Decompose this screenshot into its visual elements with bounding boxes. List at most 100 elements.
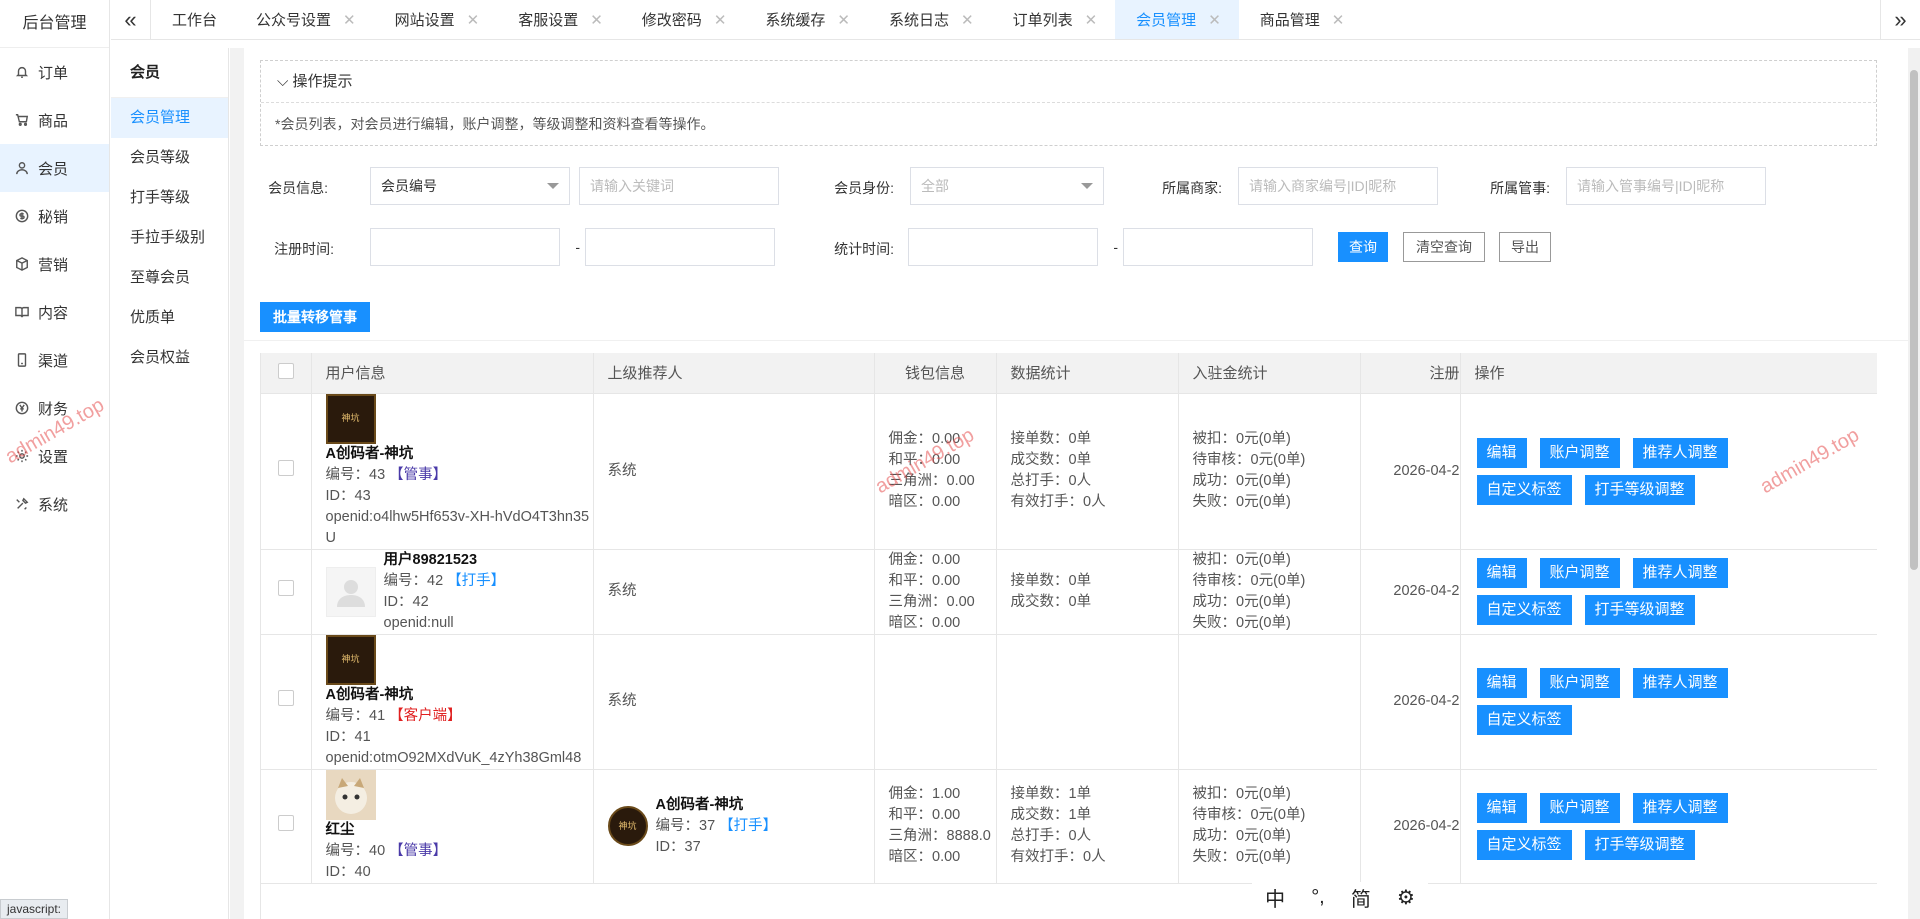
row-checkbox[interactable]: [278, 580, 294, 596]
close-icon[interactable]: ✕: [1208, 11, 1221, 29]
close-icon[interactable]: ✕: [961, 11, 974, 29]
stat-time-end[interactable]: [1123, 228, 1313, 266]
merchant-input[interactable]: 请输入商家编号|ID|昵称: [1238, 167, 1438, 205]
tab-item[interactable]: 系统缓存 ✕: [744, 0, 868, 39]
settle-cell: 被扣：0元(0单) 待审核：0元(0单) 成功：0元(0单) 失败：0元(0单): [1178, 393, 1361, 550]
manager-input[interactable]: 请输入管事编号|ID|昵称: [1566, 167, 1766, 205]
row-action-button[interactable]: 打手等级调整: [1584, 595, 1695, 625]
clear-query-button[interactable]: 清空查询: [1403, 232, 1485, 262]
ime-mode[interactable]: 中: [1265, 883, 1285, 912]
select-all-cell: [261, 353, 312, 394]
nav-item-0[interactable]: 订单: [0, 48, 109, 96]
settle-line: 待审核：0元(0单): [1192, 452, 1306, 468]
reg-time-label: 注册时间:: [274, 241, 334, 257]
close-icon[interactable]: ✕: [467, 11, 480, 29]
tab-item[interactable]: 系统日志 ✕: [868, 0, 992, 39]
row-action-button[interactable]: 推荐人调整: [1632, 668, 1728, 698]
row-action-button[interactable]: 自定义标签: [1476, 705, 1572, 735]
nav-item-3[interactable]: 秘销: [0, 192, 109, 240]
row-action-button[interactable]: 自定义标签: [1476, 829, 1572, 860]
tab-item[interactable]: 订单列表 ✕: [992, 0, 1116, 39]
row-action-button[interactable]: 编辑: [1476, 792, 1527, 823]
row-checkbox[interactable]: [278, 690, 294, 706]
nav-item-label: 系统: [38, 496, 69, 514]
tab-item[interactable]: 网站设置 ✕: [374, 0, 498, 39]
reg-time-start[interactable]: [370, 228, 560, 266]
stat-time-start[interactable]: [908, 228, 1098, 266]
row-action-button[interactable]: 打手等级调整: [1584, 829, 1695, 860]
user-openid: openid:o4lhw5Hf653v-XH-hVdO4T3hn35U: [325, 508, 590, 546]
row-action-button[interactable]: 编辑: [1476, 668, 1527, 698]
sub-nav-item[interactable]: 至尊会员: [111, 258, 228, 298]
nav-item-7[interactable]: 财务: [0, 384, 109, 432]
close-icon[interactable]: ✕: [590, 11, 603, 29]
nav-item-8[interactable]: 设置: [0, 432, 109, 480]
sub-nav-item[interactable]: 会员等级: [111, 138, 228, 178]
tab-item[interactable]: 客服设置 ✕: [497, 0, 621, 39]
ime-punct[interactable]: °,: [1311, 886, 1325, 909]
row-action-button[interactable]: 编辑: [1476, 437, 1527, 468]
keyword-input[interactable]: 请输入关键词: [579, 167, 779, 205]
stats-cell: 接单数：0单 成交数：0单: [996, 549, 1179, 635]
page-scrollbar[interactable]: [1908, 48, 1920, 919]
ime-charset[interactable]: 简: [1351, 883, 1371, 912]
user-info-cell: 红尘 编号：40 【管事】 ID：40: [311, 769, 594, 884]
nav-item-5[interactable]: 内容: [0, 288, 109, 336]
row-action-button[interactable]: 自定义标签: [1476, 474, 1572, 505]
row-action-button[interactable]: 账户调整: [1539, 668, 1620, 698]
dollar-icon: [14, 208, 30, 224]
export-button[interactable]: 导出: [1499, 232, 1551, 262]
nav-item-9[interactable]: 系统: [0, 480, 109, 528]
row-action-button[interactable]: 推荐人调整: [1632, 437, 1728, 468]
sub-nav-item[interactable]: 优质单: [111, 298, 228, 338]
sub-nav-item[interactable]: 会员管理: [111, 98, 228, 138]
nav-item-2[interactable]: 会员: [0, 144, 109, 192]
close-icon[interactable]: ✕: [837, 11, 850, 29]
book-icon: [14, 304, 30, 320]
row-checkbox[interactable]: [278, 814, 294, 831]
sub-sidebar-title: 会员: [111, 48, 228, 98]
tabs-scroll-right-icon[interactable]: »: [1880, 0, 1920, 39]
row-action-button[interactable]: 自定义标签: [1476, 595, 1572, 625]
row-action-button[interactable]: 账户调整: [1539, 792, 1620, 823]
manager-label: 所属管事:: [1490, 180, 1550, 196]
settle-line: 待审核：0元(0单): [1192, 807, 1306, 823]
settle-line: 成功：0元(0单): [1192, 593, 1291, 610]
ime-toolbar[interactable]: 中 °, 简 ⚙: [1252, 882, 1428, 912]
member-info-select[interactable]: 会员编号: [370, 167, 570, 205]
identity-select[interactable]: 全部: [910, 167, 1104, 205]
nav-item-4[interactable]: 营销: [0, 240, 109, 288]
settle-line: 失败：0元(0单): [1192, 614, 1291, 631]
tab-item[interactable]: 商品管理 ✕: [1239, 0, 1363, 39]
close-icon[interactable]: ✕: [343, 11, 356, 29]
row-checkbox[interactable]: [278, 459, 294, 476]
close-icon[interactable]: ✕: [1085, 11, 1098, 29]
tab-item[interactable]: 工作台: [151, 0, 235, 39]
row-action-button[interactable]: 账户调整: [1539, 558, 1620, 588]
tab-item[interactable]: 修改密码 ✕: [621, 0, 745, 39]
tips-toggle[interactable]: ⌵ 操作提示: [261, 61, 1876, 103]
tab-item[interactable]: 公众号设置 ✕: [235, 0, 374, 39]
row-action-button[interactable]: 编辑: [1476, 558, 1527, 588]
row-action-button[interactable]: 推荐人调整: [1632, 792, 1728, 823]
row-action-button[interactable]: 打手等级调整: [1584, 474, 1695, 505]
wallet-cell: 佣金：1.00 和平：0.00 三角洲：8888.0 暗区：0.00: [874, 769, 997, 884]
nav-item-6[interactable]: 渠道: [0, 336, 109, 384]
reg-time-end[interactable]: [585, 228, 775, 266]
row-action-button[interactable]: 推荐人调整: [1632, 558, 1728, 588]
tabs-scroll-left-icon[interactable]: «: [111, 0, 151, 39]
sub-nav-item[interactable]: 手拉手级别: [111, 218, 228, 258]
gear-icon[interactable]: ⚙: [1397, 885, 1415, 910]
close-icon[interactable]: ✕: [1332, 11, 1345, 29]
batch-transfer-button[interactable]: 批量转移管事: [260, 302, 370, 332]
avatar: [325, 566, 376, 617]
query-button[interactable]: 查询: [1338, 232, 1388, 262]
sub-nav-item[interactable]: 打手等级: [111, 178, 228, 218]
select-all-checkbox[interactable]: [278, 362, 294, 379]
close-icon[interactable]: ✕: [714, 11, 727, 29]
tab-item[interactable]: 会员管理 ✕: [1115, 0, 1239, 39]
nav-item-1[interactable]: 商品: [0, 96, 109, 144]
scrollbar-thumb[interactable]: [1910, 70, 1918, 570]
sub-nav-item[interactable]: 会员权益: [111, 338, 228, 378]
row-action-button[interactable]: 账户调整: [1539, 437, 1620, 468]
